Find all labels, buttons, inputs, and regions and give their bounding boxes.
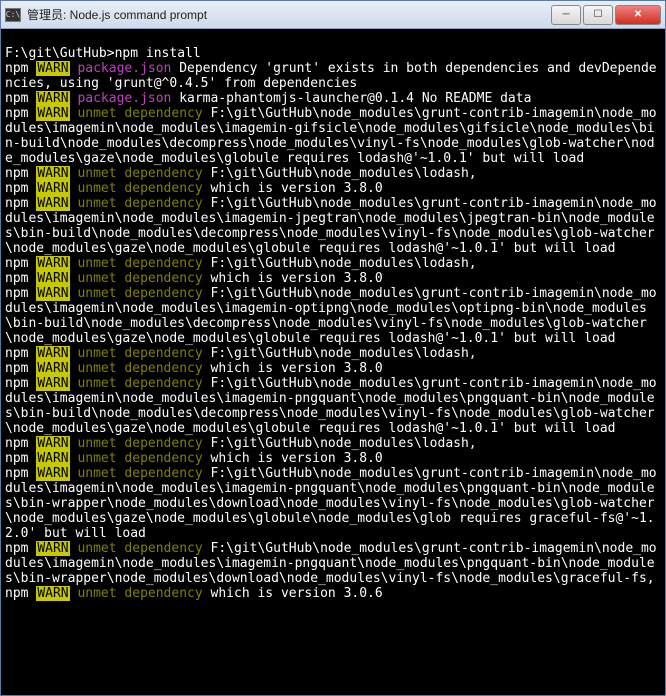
maximize-button[interactable] xyxy=(583,5,613,25)
log-line: npm WARN package.json Dependency 'grunt'… xyxy=(5,61,661,91)
log-line: npm WARN unmet dependency which is versi… xyxy=(5,181,661,196)
log-line: npm WARN unmet dependency F:\git\GutHub\… xyxy=(5,466,661,541)
titlebar[interactable]: C:\ 管理员: Node.js command prompt xyxy=(1,1,665,29)
close-button[interactable] xyxy=(615,5,661,25)
log-line: npm WARN unmet dependency which is versi… xyxy=(5,361,661,376)
log-line: npm WARN unmet dependency F:\git\GutHub\… xyxy=(5,346,661,361)
log-line: npm WARN unmet dependency F:\git\GutHub\… xyxy=(5,196,661,256)
log-line: npm WARN unmet dependency F:\git\GutHub\… xyxy=(5,541,661,586)
log-line: npm WARN package.json karma-phantomjs-la… xyxy=(5,91,661,106)
log-line: npm WARN unmet dependency F:\git\GutHub\… xyxy=(5,286,661,346)
minimize-button[interactable] xyxy=(551,5,581,25)
log-line: npm WARN unmet dependency F:\git\GutHub\… xyxy=(5,376,661,436)
log-line: npm WARN unmet dependency F:\git\GutHub\… xyxy=(5,256,661,271)
window-title: 管理员: Node.js command prompt xyxy=(27,6,551,23)
prompt-line: F:\git\GutHub>npm install xyxy=(5,46,661,61)
log-line: npm WARN unmet dependency which is versi… xyxy=(5,586,661,601)
log-line: npm WARN unmet dependency F:\git\GutHub\… xyxy=(5,106,661,166)
window-controls xyxy=(551,5,661,25)
log-line: npm WARN unmet dependency F:\git\GutHub\… xyxy=(5,166,661,181)
terminal-output[interactable]: F:\git\GutHub>npm installnpm WARN packag… xyxy=(1,29,665,695)
log-line: npm WARN unmet dependency which is versi… xyxy=(5,271,661,286)
command-prompt-window: C:\ 管理员: Node.js command prompt F:\git\G… xyxy=(0,0,666,696)
log-line: npm WARN unmet dependency which is versi… xyxy=(5,451,661,466)
log-line: npm WARN unmet dependency F:\git\GutHub\… xyxy=(5,436,661,451)
cmd-icon: C:\ xyxy=(5,8,21,22)
